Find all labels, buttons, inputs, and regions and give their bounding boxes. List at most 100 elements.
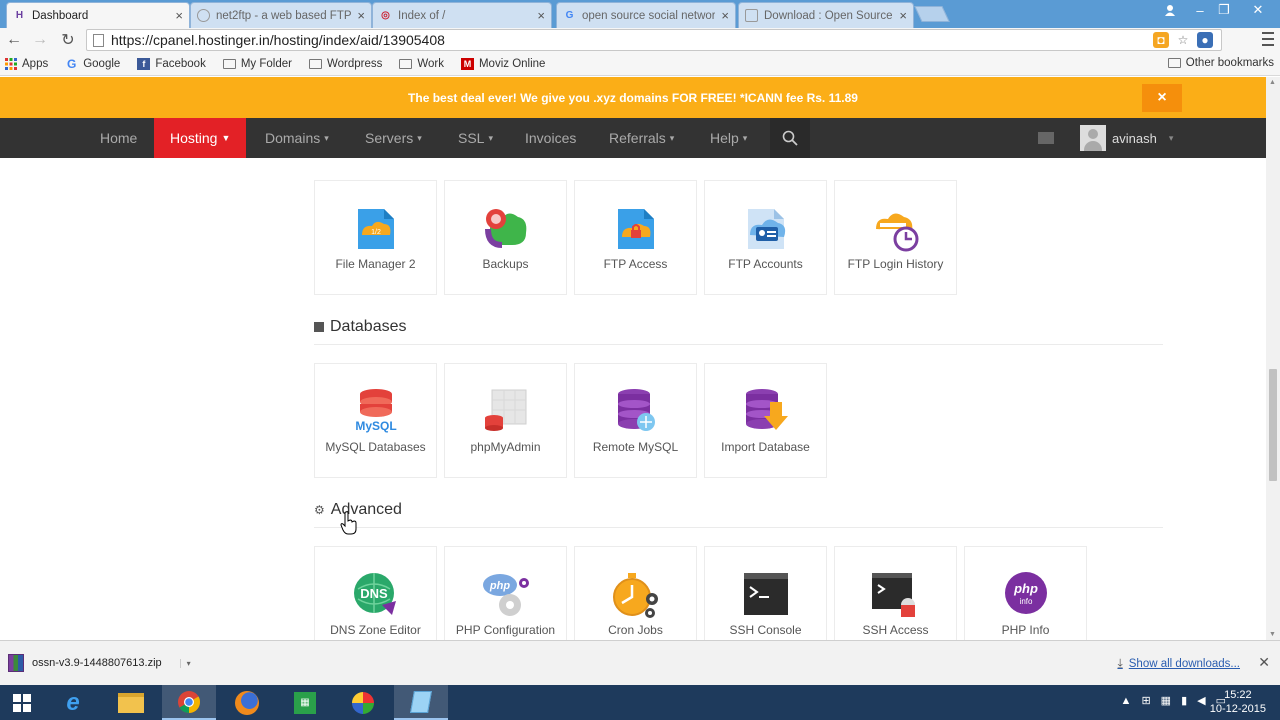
tile-cron-jobs[interactable]: Cron Jobs xyxy=(574,546,697,640)
tile-label: Remote MySQL xyxy=(592,440,679,454)
close-icon[interactable]: × xyxy=(537,8,545,23)
bookmark-my-folder[interactable]: My Folder xyxy=(222,58,292,70)
restore-icon[interactable]: ❐ xyxy=(1210,0,1238,20)
tile-file-manager-2[interactable]: 1/2 File Manager 2 xyxy=(314,180,437,295)
nav-home[interactable]: Home xyxy=(100,118,137,158)
window-close-icon[interactable]: ✕ xyxy=(1240,0,1276,20)
close-icon[interactable]: × xyxy=(721,8,729,23)
forward-icon[interactable]: → xyxy=(30,30,50,50)
chrome-taskbar-button[interactable] xyxy=(162,685,216,720)
ie-taskbar-button[interactable]: e xyxy=(46,685,100,720)
tab-google-search[interactable]: G open source social network × xyxy=(556,2,736,28)
tile-ftp-access[interactable]: FTP Access xyxy=(574,180,697,295)
start-button[interactable] xyxy=(0,685,44,720)
bookmark-apps[interactable]: Apps xyxy=(4,57,48,70)
chevron-up-icon[interactable]: ▲ xyxy=(1121,695,1132,707)
windows-logo-icon xyxy=(13,693,31,712)
page-icon xyxy=(93,34,104,47)
nav-referrals[interactable]: Referrals ▾ xyxy=(609,118,674,158)
ossn-icon xyxy=(745,9,758,22)
nav-ssl[interactable]: SSL ▾ xyxy=(458,118,493,158)
tile-label: FTP Login History xyxy=(847,257,944,271)
tile-import-database[interactable]: Import Database xyxy=(704,363,827,478)
chevron-down-icon: ▾ xyxy=(669,132,675,143)
mail-icon[interactable] xyxy=(1038,132,1054,144)
tile-ssh-console[interactable]: SSH Console xyxy=(704,546,827,640)
tab-dashboard[interactable]: H Dashboard × xyxy=(6,2,190,28)
hostinger-icon: H xyxy=(15,10,24,21)
nav-hosting[interactable]: Hosting ▼ xyxy=(154,118,247,158)
page-scrollbar[interactable]: ▲ ▼ xyxy=(1266,77,1280,640)
volume-icon[interactable]: ◀ xyxy=(1197,694,1205,707)
download-item[interactable]: ossn-v3.9-1448807613.zip ▾ xyxy=(8,647,194,679)
star-icon[interactable]: ☆ xyxy=(1175,32,1191,48)
tile-backups[interactable]: Backups xyxy=(444,180,567,295)
tile-php-info[interactable]: php info PHP Info xyxy=(964,546,1087,640)
download-filename: ossn-v3.9-1448807613.zip xyxy=(32,657,162,669)
close-icon[interactable]: × xyxy=(357,8,365,23)
tile-ftp-login-history[interactable]: FTP Login History xyxy=(834,180,957,295)
network-icon[interactable]: ▦ xyxy=(1161,694,1171,707)
chevron-down-icon[interactable]: ▾ xyxy=(179,658,191,668)
clock[interactable]: 15:22 10-12-2015 xyxy=(1210,688,1266,716)
profile-extension-icon[interactable]: ● xyxy=(1197,32,1213,48)
bookmark-wordpress[interactable]: Wordpress xyxy=(308,58,382,70)
nav-label: Hosting xyxy=(170,130,218,146)
tile-phpmyadmin[interactable]: phpMyAdmin xyxy=(444,363,567,478)
scroll-up-icon[interactable]: ▲ xyxy=(1269,79,1276,86)
nav-servers[interactable]: Servers ▾ xyxy=(365,118,422,158)
tab-index[interactable]: ◎ Index of / × xyxy=(372,2,552,28)
chevron-down-icon: ▾ xyxy=(417,132,422,143)
user-profile-icon[interactable] xyxy=(1156,0,1184,20)
extension-icon[interactable]: ◘ xyxy=(1153,32,1169,48)
tile-ftp-accounts[interactable]: FTP Accounts xyxy=(704,180,827,295)
index-icon: ◎ xyxy=(381,10,390,21)
firefox-icon xyxy=(235,690,259,715)
tile-php-configuration[interactable]: php PHP Configuration xyxy=(444,546,567,640)
tile-mysql-databases[interactable]: MySQL MySQL Databases xyxy=(314,363,437,478)
nav-help[interactable]: Help ▾ xyxy=(710,118,747,158)
tile-label: MySQL Databases xyxy=(325,440,426,454)
windows-logo-icon[interactable]: ⊞ xyxy=(1141,694,1150,707)
bookmark-work[interactable]: Work xyxy=(399,58,444,70)
search-button[interactable] xyxy=(770,118,810,158)
tab-net2ftp[interactable]: net2ftp - a web based FTP × xyxy=(190,2,372,28)
explorer-taskbar-button[interactable] xyxy=(104,685,158,720)
close-icon[interactable]: ✕ xyxy=(1258,654,1270,671)
bookmark-google[interactable]: G Google xyxy=(65,56,120,71)
notepad-taskbar-button[interactable] xyxy=(394,685,448,720)
other-bookmarks[interactable]: Other bookmarks xyxy=(1167,57,1274,69)
store-taskbar-button[interactable]: ▦ xyxy=(278,685,332,720)
firefox-taskbar-button[interactable] xyxy=(220,685,274,720)
scroll-down-icon[interactable]: ▼ xyxy=(1269,631,1276,638)
tile-label: Import Database xyxy=(721,440,810,454)
scrollbar-thumb[interactable] xyxy=(1269,369,1277,481)
reload-icon[interactable]: ↻ xyxy=(58,30,78,50)
facebook-icon: f xyxy=(137,57,151,70)
nav-domains[interactable]: Domains ▾ xyxy=(265,118,329,158)
tile-ssh-access[interactable]: SSH Access xyxy=(834,546,957,640)
close-icon[interactable]: × xyxy=(899,8,907,23)
new-tab-button[interactable] xyxy=(914,6,950,22)
show-all-downloads-link[interactable]: ⤓ Show all downloads... xyxy=(1117,656,1240,671)
nav-invoices[interactable]: Invoices xyxy=(525,118,576,158)
promo-close-button[interactable]: × xyxy=(1142,84,1182,112)
back-icon[interactable]: ← xyxy=(4,30,24,50)
tile-dns-zone-editor[interactable]: DNS DNS Zone Editor xyxy=(314,546,437,640)
bookmark-label: Moviz Online xyxy=(478,57,546,70)
tab-title: net2ftp - a web based FTP xyxy=(216,9,352,22)
bookmark-label: Work xyxy=(417,57,444,70)
battery-icon[interactable]: ▮ xyxy=(1181,694,1187,707)
close-icon[interactable]: × xyxy=(175,8,183,23)
paint-taskbar-button[interactable] xyxy=(336,685,390,720)
user-menu[interactable]: avinash ▾ xyxy=(1080,118,1173,158)
tile-remote-mysql[interactable]: Remote MySQL xyxy=(574,363,697,478)
bookmark-moviz-online[interactable]: M Moviz Online xyxy=(460,57,546,70)
address-bar[interactable]: https://cpanel.hostinger.in/hosting/inde… xyxy=(86,29,1222,51)
bookmark-facebook[interactable]: f Facebook xyxy=(137,57,206,70)
tile-label: FTP Accounts xyxy=(728,257,803,271)
chrome-menu-icon[interactable] xyxy=(1262,32,1274,46)
tab-title: Dashboard xyxy=(32,9,89,22)
google-icon: G xyxy=(67,56,77,71)
tab-ossn-download[interactable]: Download : Open Source S × xyxy=(738,2,914,28)
